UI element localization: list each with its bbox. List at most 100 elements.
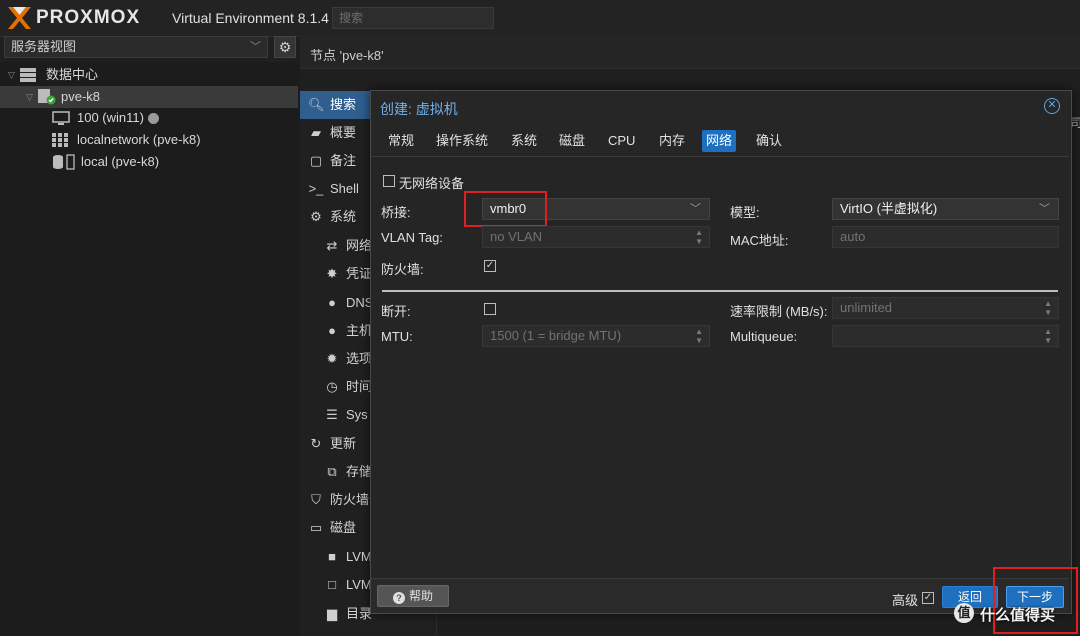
square-icon: ■	[328, 549, 336, 564]
spinner-icon: ▲ ▼	[1044, 299, 1052, 317]
nav-label: 目录	[346, 606, 373, 621]
bridge-label: 桥接:	[381, 205, 411, 220]
tree-item-label: pve-k8	[61, 89, 101, 104]
top-bar	[0, 0, 1080, 37]
nav-label: 凭证	[346, 266, 373, 281]
terminal-icon: >_	[308, 181, 324, 196]
gears-icon: ⚙	[310, 209, 322, 224]
tab-general[interactable]: 常规	[384, 130, 418, 152]
vlan-placeholder: no VLAN	[490, 229, 543, 244]
tab-confirm[interactable]: 确认	[752, 130, 786, 152]
spinner-icon: ▲ ▼	[695, 327, 703, 345]
model-select[interactable]: VirtIO (半虚拟化) ﹀	[832, 198, 1059, 220]
chevron-down-icon: ▽	[26, 92, 33, 102]
globe-icon: ●	[328, 295, 336, 310]
multiqueue-input[interactable]: ▲ ▼	[832, 325, 1059, 347]
tree-item-localnetwork[interactable]: localnetwork (pve-k8)	[0, 129, 298, 151]
exchange-icon: ⇄	[326, 238, 338, 253]
files-icon: ⧉	[327, 464, 337, 479]
clock-icon: ◷	[326, 379, 338, 394]
square-outline-icon: □	[328, 577, 336, 592]
chevron-down-icon: ﹀	[250, 41, 261, 53]
nav-label: LVM	[346, 549, 372, 564]
nav-label: 主机	[346, 323, 373, 338]
database-icon	[52, 151, 76, 177]
search-icon: 🔍︎	[308, 97, 325, 112]
disconnect-label: 断开:	[381, 304, 411, 319]
tree-item-vm-100[interactable]: 100 (win11)	[0, 107, 298, 129]
spinner-icon: ▲ ▼	[695, 228, 703, 246]
tree-item-label: localnetwork (pve-k8)	[77, 132, 201, 147]
nav-label: 备注	[330, 153, 357, 168]
mac-label: MAC地址:	[730, 233, 789, 248]
model-label: 模型:	[730, 205, 760, 220]
model-value: VirtIO (半虚拟化)	[840, 201, 938, 216]
mac-address-input[interactable]: auto	[832, 226, 1059, 248]
tab-system[interactable]: 系统	[507, 130, 541, 152]
tree-item-label: local (pve-k8)	[81, 154, 160, 169]
chevron-down-icon: ﹀	[1039, 203, 1050, 215]
nav-label: 更新	[330, 436, 357, 451]
product-name: Virtual Environment 8.1.4	[172, 10, 329, 26]
tree-item-datacenter[interactable]: ▽ 数据中心	[0, 64, 298, 86]
search-input[interactable]: 搜索	[332, 7, 494, 29]
vlan-tag-label: VLAN Tag:	[381, 230, 443, 245]
nav-label: 防火墙	[330, 492, 370, 507]
tree-item-local-storage[interactable]: local (pve-k8)	[0, 151, 298, 173]
no-network-checkbox[interactable]	[383, 175, 395, 187]
tab-network[interactable]: 网络	[702, 130, 737, 152]
tree-item-label: 100 (win11)	[77, 110, 144, 125]
advanced-checkbox[interactable]: ✓	[922, 592, 934, 604]
chevron-down-icon: ﹀	[690, 203, 701, 215]
server-view-label: 服务器视图	[11, 39, 77, 54]
vlan-tag-input[interactable]: no VLAN ▲ ▼	[482, 226, 710, 248]
server-view-select[interactable]: 服务器视图 ﹀	[4, 36, 268, 58]
rate-placeholder: unlimited	[840, 300, 893, 315]
refresh-icon: ↻	[310, 436, 322, 451]
mtu-label: MTU:	[381, 329, 413, 344]
question-icon: ?	[392, 592, 405, 604]
status-dot-icon	[148, 113, 159, 124]
tree-item-pve-k8[interactable]: ▽ pve-k8	[0, 86, 298, 108]
advanced-label: 高级	[892, 593, 919, 608]
nav-label: 系统	[330, 209, 357, 224]
shield-icon: ⛉	[311, 492, 321, 507]
nav-label: 存储	[346, 464, 373, 479]
nav-label: 选项	[346, 351, 373, 366]
gear-icon[interactable]: ⚙	[274, 36, 296, 58]
folder-icon: ▆	[327, 606, 337, 621]
firewall-checkbox[interactable]: ✓	[484, 260, 496, 272]
nav-label: Sys	[346, 407, 368, 422]
nav-label: LVM	[346, 577, 372, 592]
tree-item-label: 数据中心	[46, 67, 99, 82]
help-button[interactable]: ? 帮助	[377, 585, 449, 607]
tab-cpu[interactable]: CPU	[604, 130, 639, 152]
proxmox-logo-icon	[8, 7, 31, 29]
nav-label: 磁盘	[330, 520, 357, 535]
mtu-placeholder: 1500 (1 = bridge MTU)	[490, 328, 622, 343]
nav-label: 网络	[346, 238, 373, 253]
firewall-label: 防火墙:	[381, 262, 424, 277]
mac-placeholder: auto	[840, 229, 866, 244]
nav-label: 概要	[330, 125, 357, 140]
tab-disks[interactable]: 磁盘	[555, 130, 589, 152]
mtu-input[interactable]: 1500 (1 = bridge MTU) ▲ ▼	[482, 325, 710, 347]
chevron-down-icon: ▽	[8, 70, 15, 80]
gear-icon: ✹	[326, 351, 338, 366]
divider	[382, 290, 1058, 292]
hdd-icon: ▭	[309, 520, 323, 535]
note-icon: ▢	[309, 153, 323, 168]
disconnect-checkbox[interactable]	[484, 303, 496, 315]
tab-os[interactable]: 操作系统	[432, 130, 492, 152]
nav-label: 时间	[346, 379, 373, 394]
tab-memory[interactable]: 内存	[655, 130, 689, 152]
spinner-icon: ▲ ▼	[1044, 327, 1052, 345]
close-icon[interactable]: ✕	[1044, 98, 1060, 114]
dialog-title: 创建: 虚拟机	[380, 101, 458, 117]
highlight-box	[464, 191, 547, 227]
nav-label: 搜索	[330, 97, 357, 112]
main-header	[300, 36, 1080, 69]
watermark-logo-icon: 值	[954, 603, 974, 623]
rate-limit-input[interactable]: unlimited ▲ ▼	[832, 297, 1059, 319]
list-icon: ☰	[326, 407, 338, 422]
